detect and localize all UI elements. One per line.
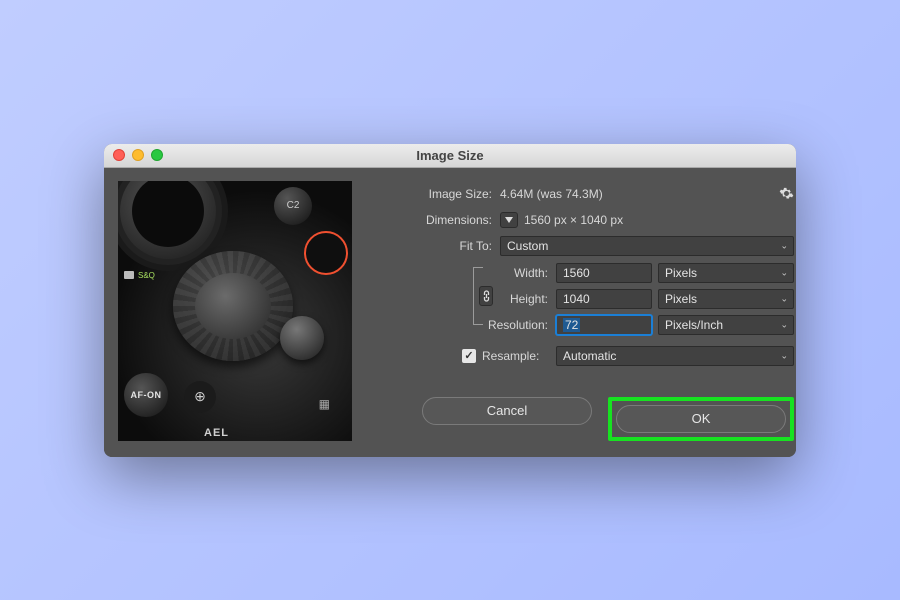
resample-select[interactable]: Automatic⌄ bbox=[556, 346, 794, 366]
fit-to-value: Custom bbox=[507, 239, 548, 253]
chevron-down-icon: ⌄ bbox=[780, 293, 788, 304]
preview-magnify-icon: ⊕ bbox=[184, 381, 216, 413]
chevron-down-icon: ⌄ bbox=[780, 267, 788, 278]
preview-afon-button: AF-ON bbox=[124, 373, 168, 417]
dimensions-value: 1560 px × 1040 px bbox=[524, 213, 623, 227]
resample-label: Resample: bbox=[482, 349, 550, 363]
constrain-proportions-toggle[interactable] bbox=[479, 286, 493, 306]
image-size-value: 4.64M (was 74.3M) bbox=[500, 187, 603, 201]
form-panel: Image Size: 4.64M (was 74.3M) Dimensions… bbox=[366, 181, 794, 441]
resolution-unit-select[interactable]: Pixels/Inch⌄ bbox=[658, 315, 794, 335]
fit-to-select[interactable]: Custom ⌄ bbox=[500, 236, 794, 256]
dimensions-dropdown-button[interactable] bbox=[500, 212, 518, 228]
preview-ael-label: AEL bbox=[204, 427, 229, 439]
ok-button[interactable]: OK bbox=[616, 405, 786, 433]
image-size-label: Image Size: bbox=[366, 187, 494, 201]
height-input[interactable]: 1040 bbox=[556, 289, 652, 309]
chevron-down-icon: ⌄ bbox=[780, 350, 788, 361]
image-size-dialog: Image Size S&Q C2 AF-ON ⊕ AEL ▦ Image Si… bbox=[104, 144, 796, 457]
chevron-down-icon: ⌄ bbox=[780, 240, 788, 251]
image-preview: S&Q C2 AF-ON ⊕ AEL ▦ bbox=[118, 181, 352, 441]
preview-c2-button: C2 bbox=[274, 187, 312, 225]
window-title: Image Size bbox=[104, 148, 796, 163]
settings-gear-icon[interactable] bbox=[779, 186, 794, 201]
width-input[interactable]: 1560 bbox=[556, 263, 652, 283]
height-label: Height: bbox=[496, 292, 550, 306]
ok-button-highlight: OK bbox=[608, 397, 794, 441]
height-unit-select[interactable]: Pixels⌄ bbox=[658, 289, 794, 309]
resolution-input[interactable]: 72 bbox=[556, 315, 652, 335]
titlebar: Image Size bbox=[104, 144, 796, 168]
dimensions-label: Dimensions: bbox=[366, 213, 494, 227]
preview-mode-text: S&Q bbox=[138, 271, 155, 280]
width-unit-select[interactable]: Pixels⌄ bbox=[658, 263, 794, 283]
resample-checkbox[interactable]: ✓ bbox=[462, 349, 476, 363]
width-label: Width: bbox=[496, 266, 550, 280]
fit-to-label: Fit To: bbox=[366, 239, 494, 253]
cancel-button[interactable]: Cancel bbox=[422, 397, 592, 425]
chevron-down-icon: ⌄ bbox=[780, 319, 788, 330]
